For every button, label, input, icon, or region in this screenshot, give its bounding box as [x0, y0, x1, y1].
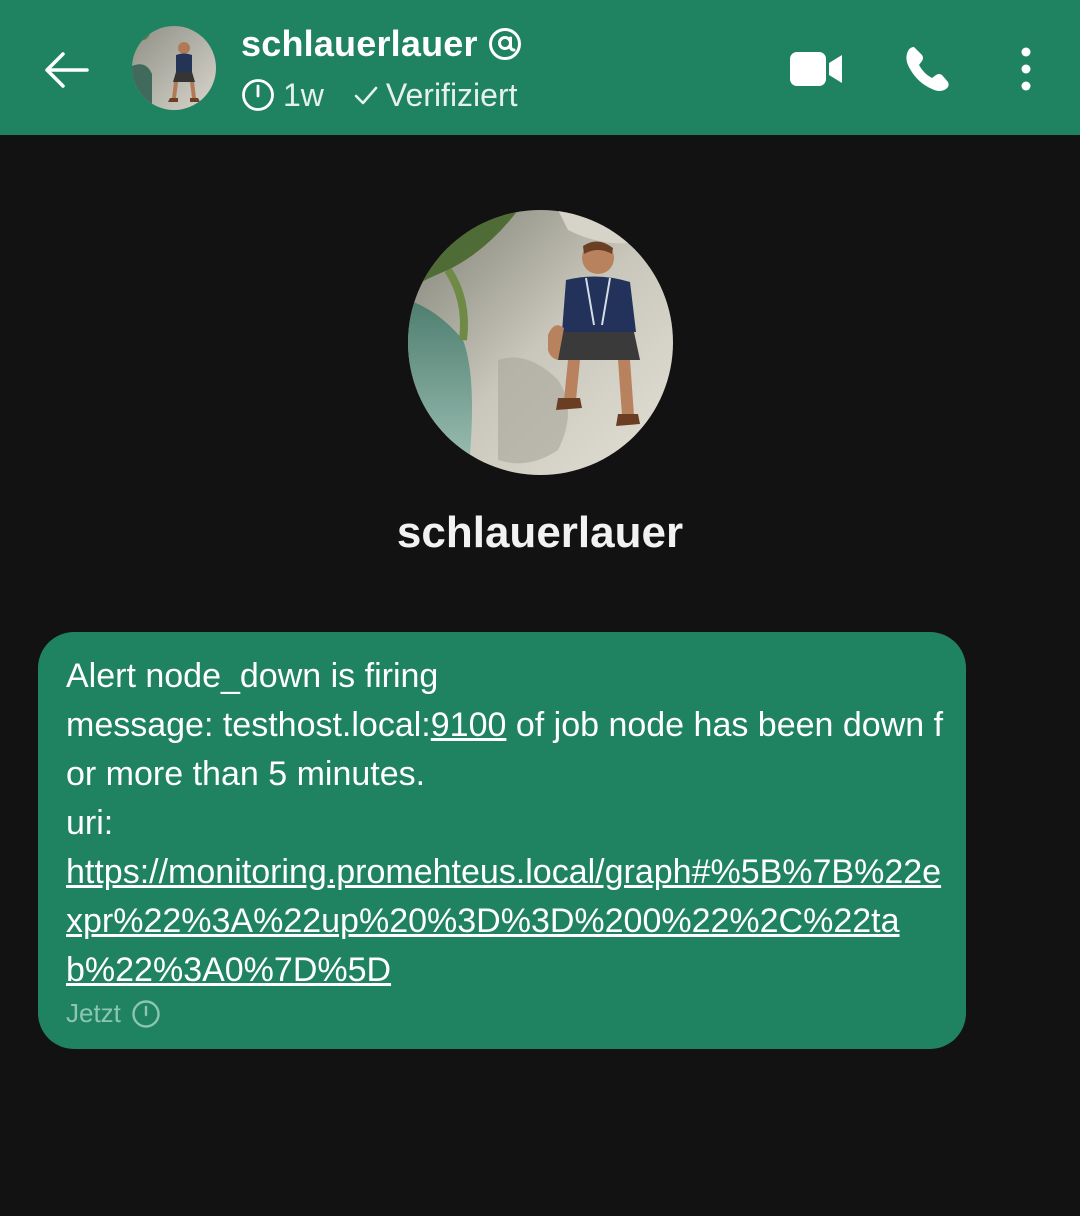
disappearing-timer[interactable]: 1w: [241, 77, 324, 114]
message-line-alert: Alert node_down is firing: [66, 657, 439, 695]
clock-icon: [132, 999, 160, 1028]
more-options-button[interactable]: [996, 37, 1056, 101]
message-body: Alert node_down is firing message: testh…: [66, 652, 946, 995]
video-call-button[interactable]: [784, 37, 848, 101]
timer-value: 1w: [283, 76, 324, 113]
more-vertical-icon: [1021, 47, 1031, 91]
contact-photo: [132, 26, 216, 110]
check-icon: [354, 86, 378, 105]
message-line-prefix: message: testhost.local:: [66, 706, 431, 744]
phone-icon: [906, 47, 949, 91]
profile-avatar[interactable]: [408, 210, 673, 475]
contact-photo-large: [408, 210, 673, 475]
message-time: Jetzt: [66, 998, 121, 1028]
verified-label: Verifiziert: [385, 76, 518, 113]
verified-status: Verifiziert: [354, 77, 518, 114]
back-button[interactable]: [36, 40, 96, 100]
timer-icon: [242, 79, 274, 111]
message-line-uri-label: uri:: [66, 804, 114, 842]
contact-name: schlauerlauer: [241, 23, 478, 64]
header-subtitle-row: 1w Verifiziert: [241, 74, 518, 116]
arrow-left-icon: [45, 52, 89, 88]
video-camera-icon: [790, 52, 842, 86]
voice-call-button[interactable]: [896, 37, 960, 101]
header-title-row[interactable]: schlauerlauer: [241, 22, 522, 66]
at-sign-icon: [488, 28, 521, 60]
uri-link[interactable]: https://monitoring.promehteus.local/grap…: [66, 853, 941, 989]
header-avatar[interactable]: [132, 26, 216, 110]
conversation-header: schlauerlauer 1w Verifiziert: [0, 0, 1080, 135]
message-meta: Jetzt: [66, 998, 161, 1029]
profile-name: schlauerlauer: [396, 508, 684, 557]
port-link[interactable]: 9100: [431, 706, 507, 744]
incoming-message-bubble[interactable]: Alert node_down is firing message: testh…: [38, 632, 966, 1049]
